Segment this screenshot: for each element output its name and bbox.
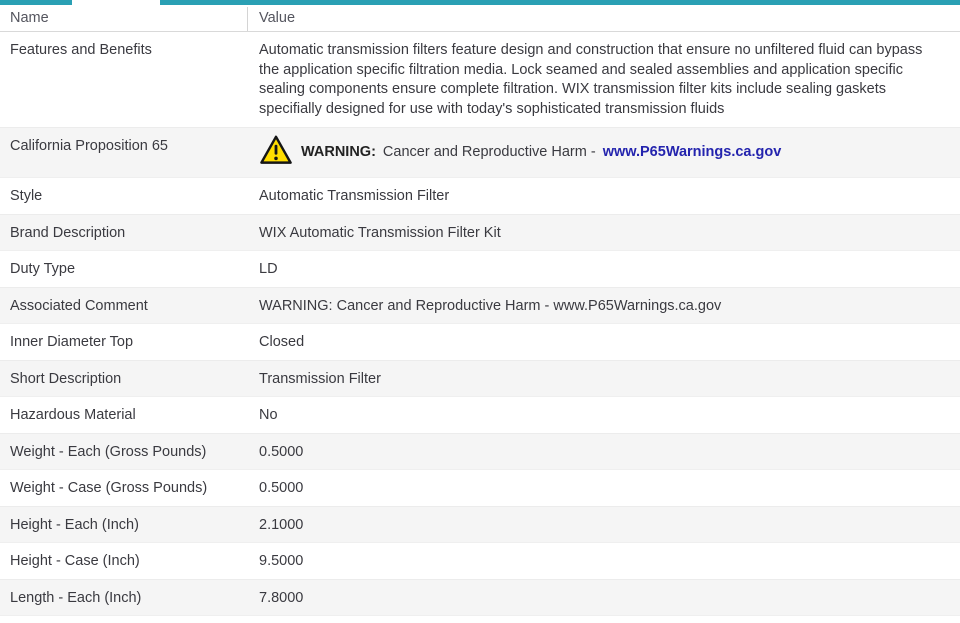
table-row-prop65: California Proposition 65 WARNING: Cance… (0, 128, 960, 178)
spec-value-cell: WIX Automatic Transmission Filter Kit (259, 224, 501, 241)
spec-value-cell: Automatic transmission filters feature d… (259, 42, 923, 117)
table-row: Associated Comment WARNING: Cancer and R… (0, 287, 960, 324)
product-spec-panel: Name Value Features and Benefits Automat… (0, 0, 960, 623)
spec-name-cell: Style (10, 188, 43, 204)
spec-name-cell: Height - Each (Inch) (10, 516, 139, 533)
spec-name-cell: Duty Type (10, 261, 76, 277)
spec-value-cell: Transmission Filter (259, 370, 381, 387)
prop65-warning-cell: WARNING: Cancer and Reproductive Harm - … (248, 128, 960, 177)
column-header-name: Name (10, 10, 49, 26)
table-row: Length - Each (Inch) 7.8000 (0, 579, 960, 616)
table-row: Duty Type LD (0, 251, 960, 288)
table-row: Height - Case (Inch) 9.5000 (0, 543, 960, 580)
spec-value-cell: 0.5000 (259, 480, 304, 496)
table-row: Inner Diameter Top Closed (0, 324, 960, 361)
spec-name-cell: California Proposition 65 (10, 138, 168, 154)
table-row: Features and Benefits Automatic transmis… (0, 32, 960, 128)
spec-name-cell: Short Description (10, 370, 122, 387)
spec-name-cell: Inner Diameter Top (10, 334, 134, 350)
spec-name-cell: Weight - Case (Gross Pounds) (10, 480, 208, 496)
table-row: Weight - Case (Gross Pounds) 0.5000 (0, 470, 960, 507)
spec-name-cell: Height - Case (Inch) (10, 553, 140, 569)
table-row: Weight - Each (Gross Pounds) 0.5000 (0, 433, 960, 470)
table-row: Height - Each (Inch) 2.1000 (0, 506, 960, 543)
spec-name-cell: Hazardous Material (10, 407, 136, 423)
spec-name-cell: Brand Description (10, 224, 126, 241)
warning-label: WARNING: (301, 143, 376, 160)
column-header-value: Value (259, 10, 296, 26)
spec-value-cell: 2.1000 (259, 516, 304, 533)
spec-value-cell: LD (259, 261, 278, 277)
warning-text: Cancer and Reproductive Harm - (382, 143, 596, 160)
table-row: Short Description Transmission Filter (0, 360, 960, 397)
spec-value-cell: 9.5000 (259, 553, 304, 569)
warning-triangle-icon (259, 134, 293, 172)
spec-name-cell: Associated Comment (10, 297, 148, 314)
spec-name-cell: Length - Each (Inch) (10, 589, 142, 606)
spec-value-cell: 7.8000 (259, 589, 304, 606)
column-divider (247, 7, 248, 31)
table-row: Style Automatic Transmission Filter (0, 178, 960, 215)
table-row: Hazardous Material No (0, 397, 960, 434)
spec-value-cell: WARNING: Cancer and Reproductive Harm - … (259, 297, 722, 314)
spec-table-body: Features and Benefits Automatic transmis… (0, 32, 960, 616)
spec-name-cell: Features and Benefits (10, 42, 152, 58)
spec-value-cell: No (259, 407, 278, 423)
spec-table-header: Name Value (0, 5, 960, 32)
spec-value-cell: 0.5000 (259, 443, 304, 460)
spec-value-cell: Automatic Transmission Filter (259, 188, 450, 204)
p65-warnings-link[interactable]: www.P65Warnings.ca.gov (603, 143, 782, 163)
table-row: Brand Description WIX Automatic Transmis… (0, 214, 960, 251)
spec-name-cell: Weight - Each (Gross Pounds) (10, 443, 207, 460)
spec-value-cell: Closed (259, 334, 305, 350)
